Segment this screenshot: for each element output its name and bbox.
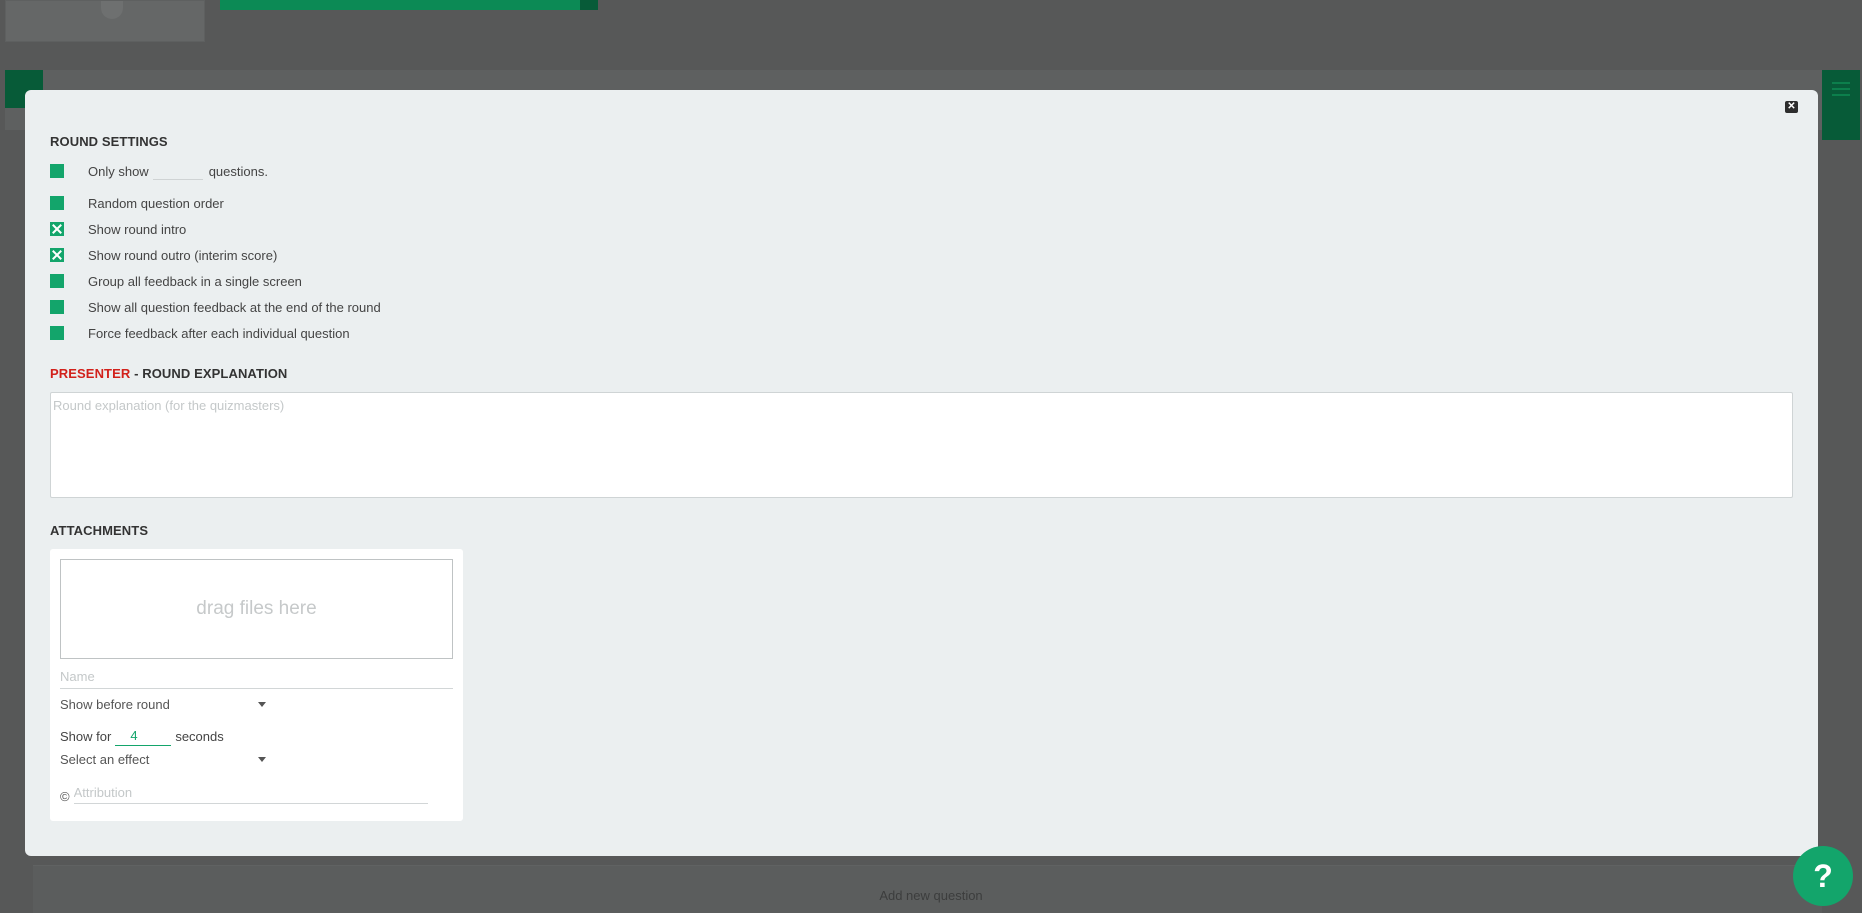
show-for-prefix: Show for [60, 728, 112, 744]
attachment-panel: drag files here Show before round Show f… [50, 549, 463, 821]
feedback-end-round-checkbox[interactable] [50, 300, 64, 314]
round-settings-modal: ✕ ROUND SETTINGS Only show questions. Ra… [25, 90, 1818, 856]
presenter-title-red: PRESENTER [50, 366, 131, 381]
attachment-name-input[interactable] [60, 665, 453, 689]
force-feedback-checkbox[interactable] [50, 326, 64, 340]
feedback-end-round-label: Show all question feedback at the end of… [88, 299, 381, 315]
only-show-prefix: Only show [88, 163, 149, 179]
only-show-count-input[interactable] [152, 162, 203, 180]
show-when-value: Show before round [60, 696, 170, 712]
round-outro-checkbox[interactable] [50, 248, 64, 262]
option-force-feedback: Force feedback after each individual que… [50, 324, 350, 342]
round-outro-label: Show round outro (interim score) [88, 247, 278, 263]
attachments-title: ATTACHMENTS [50, 523, 149, 538]
attribution-input[interactable] [73, 782, 428, 804]
background-progress-bar [220, 0, 598, 10]
file-dropzone[interactable]: drag files here [60, 559, 453, 659]
only-show-checkbox[interactable] [50, 164, 64, 178]
round-intro-checkbox[interactable] [50, 222, 64, 236]
option-round-intro: Show round intro [50, 220, 186, 238]
only-show-option: Only show questions. [50, 162, 268, 180]
chevron-down-icon [258, 756, 266, 762]
background-thumbnail [5, 0, 205, 42]
option-feedback-end-round: Show all question feedback at the end of… [50, 298, 381, 316]
show-for-suffix: seconds [175, 728, 224, 744]
close-icon[interactable]: ✕ [1785, 101, 1798, 113]
option-group-feedback: Group all feedback in a single screen [50, 272, 302, 290]
menu-icon [1832, 82, 1850, 84]
show-for-row: Show for seconds [60, 726, 224, 746]
chevron-down-icon [258, 701, 266, 707]
random-order-label: Random question order [88, 195, 224, 211]
force-feedback-label: Force feedback after each individual que… [88, 325, 350, 341]
round-intro-label: Show round intro [88, 221, 187, 237]
option-random-order: Random question order [50, 194, 224, 212]
round-settings-title: ROUND SETTINGS [50, 134, 168, 149]
show-when-select[interactable]: Show before round [60, 694, 268, 714]
option-round-outro: Show round outro (interim score) [50, 246, 277, 264]
effect-select-value: Select an effect [60, 751, 150, 767]
copyright-icon: © [60, 789, 70, 804]
attribution-row: © [60, 782, 428, 804]
group-feedback-label: Group all feedback in a single screen [88, 273, 302, 289]
presenter-title-rest: - ROUND EXPLANATION [130, 366, 288, 381]
add-new-question-link: Add new question [879, 888, 983, 903]
background-menu-tab [1822, 70, 1860, 140]
group-feedback-checkbox[interactable] [50, 274, 64, 288]
help-button[interactable]: ? [1793, 846, 1853, 906]
presenter-title: PRESENTER - ROUND EXPLANATION [50, 366, 287, 381]
effect-select[interactable]: Select an effect [60, 749, 268, 769]
show-for-seconds-input[interactable] [115, 726, 172, 746]
random-order-checkbox[interactable] [50, 196, 64, 210]
round-explanation-textarea[interactable] [50, 392, 1793, 498]
only-show-suffix: questions. [208, 163, 268, 179]
